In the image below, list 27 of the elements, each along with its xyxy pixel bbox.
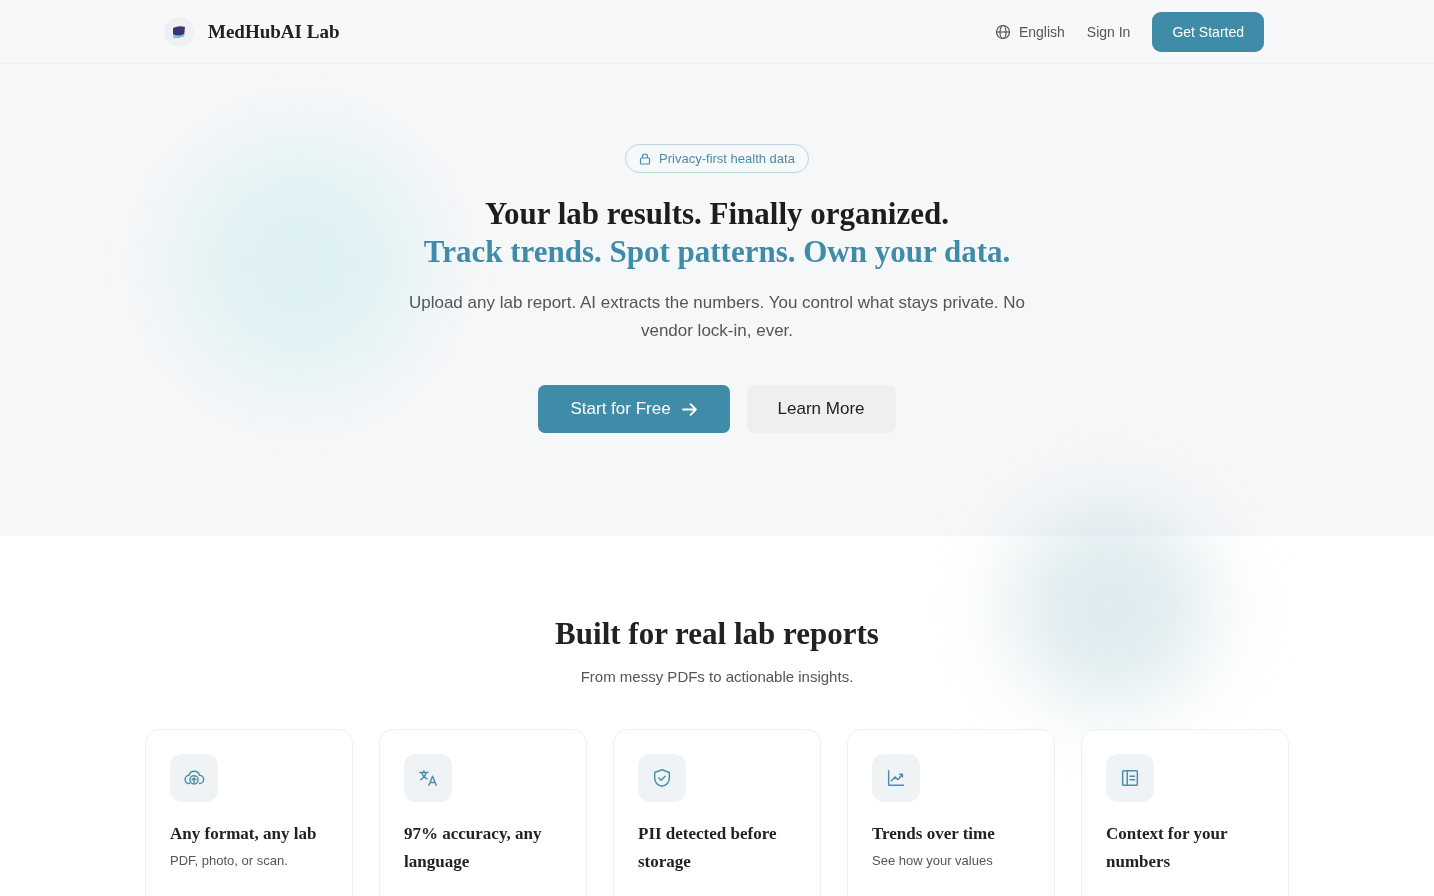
globe-icon xyxy=(994,23,1011,40)
hero-subtitle: Track trends. Spot patterns. Own your data. xyxy=(423,233,1011,271)
arrow-right-icon xyxy=(680,400,698,418)
hero-title: Your lab results. Finally organized. xyxy=(485,195,949,233)
logo-icon xyxy=(164,16,194,47)
lock-icon xyxy=(639,152,652,165)
card-title: Any format, any lab xyxy=(170,823,318,845)
card-title: Trends over time xyxy=(872,823,996,845)
learn-more-button[interactable]: Learn More xyxy=(746,385,896,433)
start-free-button[interactable]: Start for Free xyxy=(538,385,730,433)
card-description: See how your values xyxy=(872,852,994,870)
card-title: PII detected before storage xyxy=(638,823,778,873)
card-description: PDF, photo, or scan. xyxy=(170,852,289,870)
get-started-button[interactable]: Get Started xyxy=(1152,11,1264,52)
book-icon xyxy=(1119,767,1141,789)
sign-in-link[interactable]: Sign In xyxy=(1086,23,1131,40)
line-chart-icon xyxy=(885,767,907,789)
brand-name: MedHubAI Lab xyxy=(208,20,340,43)
card-title: Context for your numbers xyxy=(1106,823,1229,873)
shield-check-icon xyxy=(651,767,673,789)
translate-icon xyxy=(417,767,439,789)
language-link[interactable]: English xyxy=(994,23,1065,40)
hero-description: Upload any lab report. AI extracts the numbers. You control what stays private. No vendor lock-in, ever. xyxy=(407,292,1027,342)
section-title: Built for real lab reports xyxy=(555,615,879,653)
card-title: 97% accuracy, any language xyxy=(404,823,543,873)
section-subtitle: From messy PDFs to actionable insights. xyxy=(580,668,854,685)
privacy-badge: Privacy-first health data xyxy=(625,144,809,173)
